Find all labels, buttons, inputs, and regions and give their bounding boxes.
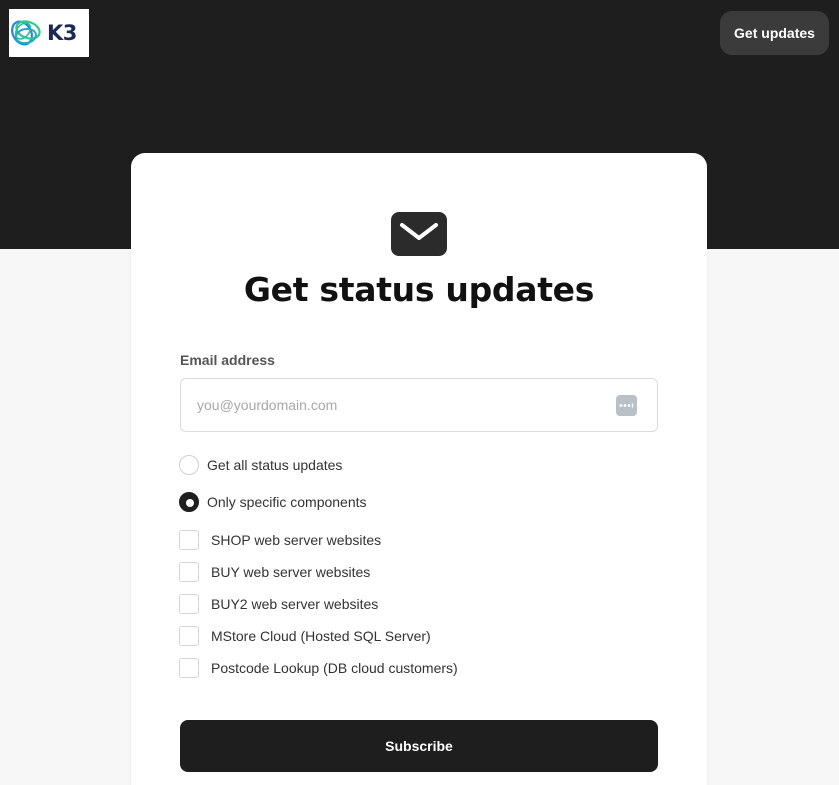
component-label: BUY web server websites [211,564,371,580]
component-checkbox[interactable] [179,594,199,614]
component-checkbox[interactable] [179,562,199,582]
get-updates-button[interactable]: Get updates [720,11,829,55]
mail-icon [391,212,447,256]
logo-text: K3 [47,21,77,45]
component-item-shop[interactable]: SHOP web server websites [179,530,381,550]
component-label: MStore Cloud (Hosted SQL Server) [211,628,431,644]
email-label: Email address [180,352,275,368]
component-label: BUY2 web server websites [211,596,379,612]
component-checkbox[interactable] [179,530,199,550]
component-checkbox[interactable] [179,626,199,646]
radio-button-selected[interactable] [179,492,199,512]
component-checkbox[interactable] [179,658,199,678]
radio-label: Get all status updates [207,457,343,473]
component-item-mstore[interactable]: MStore Cloud (Hosted SQL Server) [179,626,431,646]
email-field[interactable] [181,379,601,431]
component-label: SHOP web server websites [211,532,382,548]
component-item-buy[interactable]: BUY web server websites [179,562,370,582]
radio-all-updates[interactable]: Get all status updates [179,455,342,475]
subscribe-card: Get status updates Email address Get all… [131,153,707,785]
page-title: Get status updates [243,270,595,309]
logo-knot-icon [11,20,41,46]
component-item-postcode[interactable]: Postcode Lookup (DB cloud customers) [179,658,458,678]
k3-logo[interactable]: K3 [9,9,89,57]
component-label: Postcode Lookup (DB cloud customers) [211,660,458,676]
radio-label: Only specific components [207,494,367,510]
subscribe-button[interactable]: Subscribe [180,720,658,772]
radio-button[interactable] [179,455,199,475]
password-manager-icon[interactable] [616,395,637,416]
component-item-buy2[interactable]: BUY2 web server websites [179,594,378,614]
radio-specific-components[interactable]: Only specific components [179,492,367,512]
email-field-wrapper [180,378,658,432]
